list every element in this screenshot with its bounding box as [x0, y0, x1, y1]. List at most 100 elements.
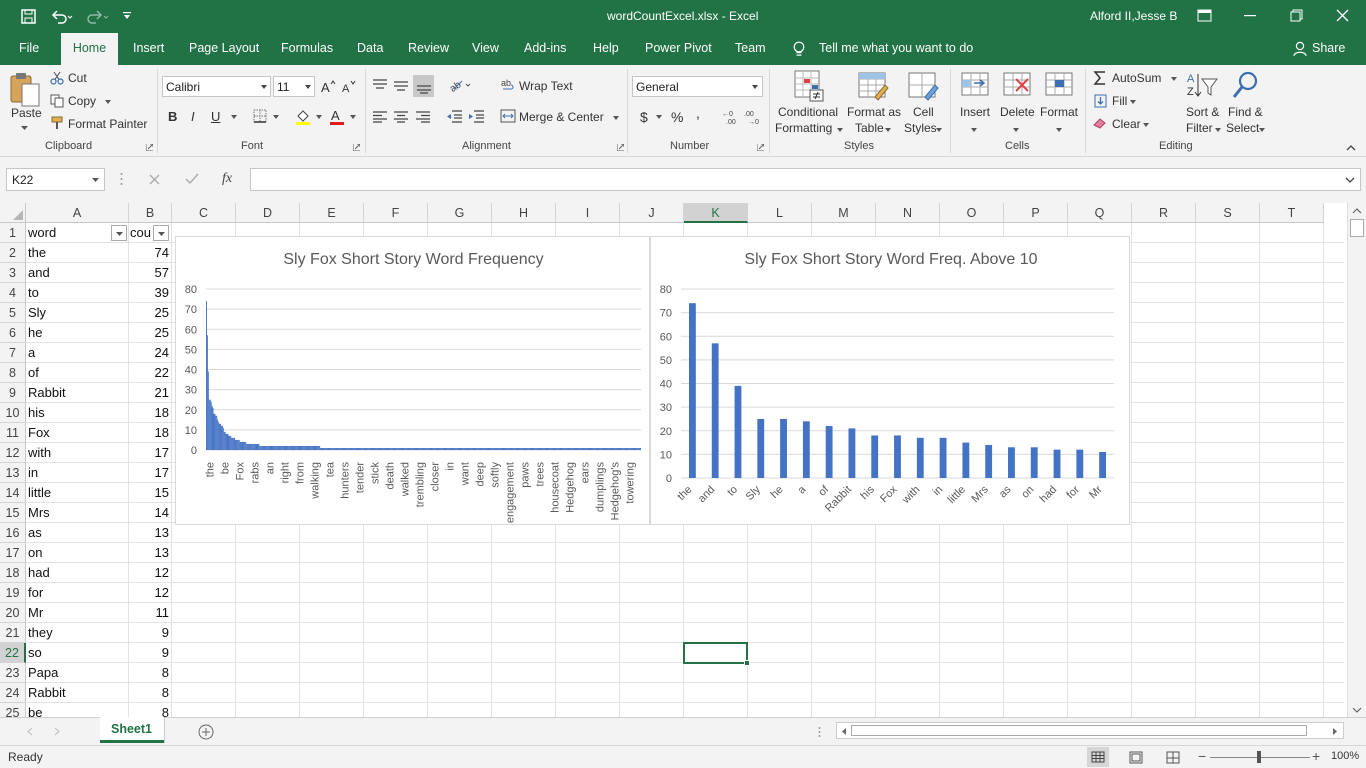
- row-header[interactable]: 14: [0, 483, 26, 503]
- collapse-ribbon-icon[interactable]: [1346, 145, 1356, 151]
- merge-center-button[interactable]: Merge & Center: [519, 110, 604, 124]
- cell-word[interactable]: they: [28, 623, 53, 643]
- decrease-decimal-icon[interactable]: .00→0: [744, 109, 762, 125]
- cell-count[interactable]: 25: [128, 323, 169, 343]
- column-header-b[interactable]: B: [129, 203, 172, 223]
- minimize-icon[interactable]: [1244, 15, 1256, 17]
- column-header-o[interactable]: O: [940, 203, 1004, 223]
- share-button[interactable]: Share: [1312, 33, 1345, 65]
- row-header[interactable]: 9: [0, 383, 26, 403]
- tab-page-layout[interactable]: Page Layout: [189, 33, 259, 65]
- bold-button[interactable]: B: [168, 109, 177, 124]
- restore-icon[interactable]: [1290, 9, 1303, 22]
- tab-splitter-icon[interactable]: [818, 726, 821, 738]
- row-header[interactable]: 5: [0, 303, 26, 323]
- column-header-c[interactable]: C: [172, 203, 236, 223]
- row-header[interactable]: 4: [0, 283, 26, 303]
- filter-button-count[interactable]: [153, 225, 169, 241]
- insert-cells-icon[interactable]: [960, 71, 990, 101]
- increase-indent-icon[interactable]: [468, 110, 485, 123]
- cell-count[interactable]: 18: [128, 403, 169, 423]
- cell-count[interactable]: 14: [128, 503, 169, 523]
- column-header-e[interactable]: E: [300, 203, 364, 223]
- column-header-n[interactable]: N: [876, 203, 940, 223]
- cell-word[interactable]: be: [28, 703, 42, 717]
- user-name[interactable]: Alford II,Jesse B: [1090, 9, 1177, 23]
- zoom-slider-thumb[interactable]: [1257, 751, 1261, 763]
- insert-function-button[interactable]: fx: [222, 171, 232, 187]
- row-header[interactable]: 2: [0, 243, 26, 263]
- cell-count[interactable]: 8: [128, 683, 169, 703]
- row-header[interactable]: 8: [0, 363, 26, 383]
- selected-cell-k22[interactable]: [683, 642, 748, 664]
- italic-button[interactable]: I: [191, 109, 195, 124]
- cell-word[interactable]: Mr: [28, 603, 43, 623]
- comma-button[interactable]: ,: [696, 105, 700, 121]
- column-header-l[interactable]: L: [748, 203, 812, 223]
- row-header[interactable]: 23: [0, 663, 26, 683]
- fill-color-dropdown-icon[interactable]: [316, 115, 322, 119]
- cell-count[interactable]: 8: [128, 703, 169, 717]
- fill-handle[interactable]: [744, 660, 750, 666]
- cell-word[interactable]: word: [28, 223, 56, 243]
- percent-button[interactable]: %: [671, 109, 683, 125]
- row-header[interactable]: 10: [0, 403, 26, 423]
- cell-count[interactable]: 25: [128, 303, 169, 323]
- cut-button[interactable]: Cut: [68, 71, 87, 85]
- column-header-k[interactable]: K: [684, 203, 748, 223]
- paste-button[interactable]: Paste: [11, 106, 42, 120]
- fill-button[interactable]: Fill: [1112, 94, 1127, 108]
- normal-view-button[interactable]: [1087, 747, 1109, 767]
- row-header[interactable]: 25: [0, 703, 26, 717]
- tell-me-search[interactable]: Tell me what you want to do: [819, 33, 973, 65]
- cell-word[interactable]: his: [28, 403, 45, 423]
- cell-word[interactable]: Mrs: [28, 503, 50, 523]
- cell-word[interactable]: Fox: [28, 423, 50, 443]
- cell-word[interactable]: the: [28, 243, 46, 263]
- zoom-in-button[interactable]: +: [1312, 748, 1320, 764]
- cell-count[interactable]: 11: [128, 603, 170, 623]
- font-launcher-icon[interactable]: [353, 144, 360, 151]
- chart-word-freq-above-10[interactable]: Sly Fox Short Story Word Freq. Above 10 0…: [650, 236, 1130, 525]
- tab-formulas[interactable]: Formulas: [281, 33, 333, 65]
- column-header-f[interactable]: F: [364, 203, 428, 223]
- confirm-entry-icon[interactable]: [185, 173, 199, 185]
- row-header[interactable]: 17: [0, 543, 26, 563]
- number-format-select[interactable]: General: [632, 76, 763, 97]
- column-header-s[interactable]: S: [1196, 203, 1260, 223]
- tab-add-ins[interactable]: Add-ins: [524, 33, 566, 65]
- fill-color-icon[interactable]: [295, 108, 311, 126]
- font-color-dropdown-icon[interactable]: [350, 115, 356, 119]
- cell-count[interactable]: 17: [128, 463, 169, 483]
- row-header[interactable]: 24: [0, 683, 26, 703]
- page-layout-view-icon[interactable]: [1129, 751, 1143, 764]
- insert-dropdown-icon[interactable]: [971, 128, 977, 132]
- cell-word[interactable]: he: [28, 323, 42, 343]
- underline-dropdown-icon[interactable]: [231, 115, 237, 119]
- filter-button-word[interactable]: [111, 225, 127, 241]
- cell-count[interactable]: 9: [128, 643, 169, 663]
- paste-dropdown-icon[interactable]: [21, 126, 28, 131]
- autosum-dropdown-icon[interactable]: [1171, 77, 1177, 81]
- cell-count[interactable]: 57: [128, 263, 169, 283]
- row-header[interactable]: 13: [0, 463, 26, 483]
- font-size-select[interactable]: 11: [273, 76, 315, 97]
- tab-view[interactable]: View: [472, 33, 499, 65]
- merge-dropdown-icon[interactable]: [613, 116, 619, 120]
- cell-word[interactable]: Rabbit: [28, 383, 66, 403]
- cell-count[interactable]: 13: [128, 523, 169, 543]
- cell-word[interactable]: to: [28, 283, 39, 303]
- borders-icon[interactable]: [253, 109, 267, 123]
- cancel-entry-icon[interactable]: [149, 174, 160, 185]
- row-header[interactable]: 18: [0, 563, 26, 583]
- format-dropdown-icon[interactable]: [1056, 128, 1062, 132]
- column-header-p[interactable]: P: [1004, 203, 1068, 223]
- find-select-button[interactable]: Find &: [1228, 105, 1263, 119]
- column-header-m[interactable]: M: [812, 203, 876, 223]
- format-as-table-icon[interactable]: [858, 70, 890, 102]
- redo-icon[interactable]: [86, 9, 110, 24]
- font-name-select[interactable]: Calibri: [162, 76, 271, 97]
- new-sheet-icon[interactable]: [198, 724, 214, 740]
- select-all-corner[interactable]: [0, 203, 26, 223]
- cell-count[interactable]: 12: [128, 563, 169, 583]
